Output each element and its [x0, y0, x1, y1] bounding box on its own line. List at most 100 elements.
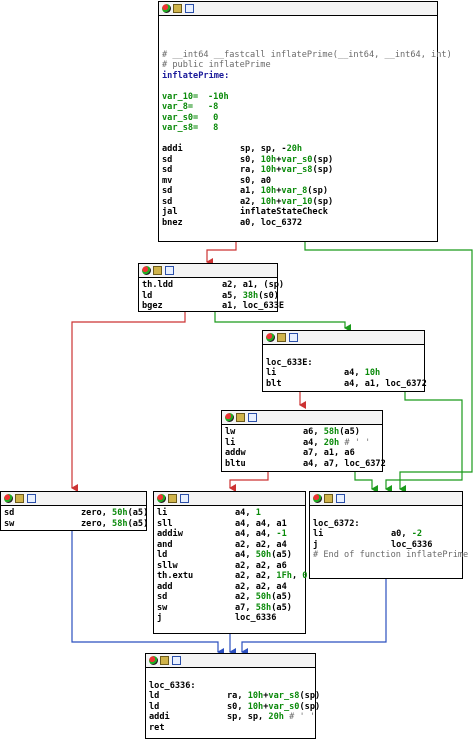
- code-line: bgez a1, loc_633E: [142, 301, 284, 312]
- rename-icon[interactable]: [160, 656, 169, 665]
- operands[interactable]: ra, 10h+var_s8(sp): [227, 691, 320, 702]
- operands[interactable]: a2, a2, a4: [235, 540, 287, 551]
- code-line: bnez a0, loc_6372: [162, 218, 437, 229]
- code-line: lw a6, 58h(a5): [225, 427, 382, 438]
- operands[interactable]: a7, a1, a6: [303, 448, 355, 459]
- graph-color-icon[interactable]: [225, 413, 234, 422]
- graph-overview-icon[interactable]: [180, 494, 189, 503]
- code-block-sd-zero[interactable]: sd zero, 50h(a5) sw zero, 58h(a5): [0, 491, 148, 531]
- stack-var-offset: 8: [208, 123, 219, 133]
- stack-var-name: var_s0=: [162, 112, 199, 123]
- code-line: var_10= -10h: [162, 92, 437, 103]
- node-header: [159, 2, 437, 16]
- code-line: sd a2, 50h(a5): [157, 592, 305, 603]
- graph-color-icon[interactable]: [149, 656, 158, 665]
- operands[interactable]: s0, 10h+var_s0(sp): [227, 702, 320, 713]
- rename-icon[interactable]: [153, 266, 162, 275]
- graph-overview-icon[interactable]: [172, 656, 181, 665]
- operands[interactable]: s0, 10h+var_s0(sp): [240, 155, 333, 166]
- graph-overview-icon[interactable]: [289, 333, 298, 342]
- operands[interactable]: sp, sp, 20h # ' ': [227, 712, 315, 723]
- graph-color-icon[interactable]: [162, 4, 171, 13]
- operands[interactable]: a5, 38h(s0): [222, 291, 279, 302]
- stack-var-offset: -10h: [208, 91, 229, 102]
- mnemonic: ld: [149, 691, 160, 701]
- code-line: li a4, 1: [157, 508, 305, 519]
- operands[interactable]: ra, 10h+var_s8(sp): [240, 165, 333, 176]
- code-line: # __int64 __fastcall inflatePrime(__int6…: [162, 50, 452, 61]
- node-header: [222, 411, 382, 425]
- operands[interactable]: a4, a4, a1: [235, 519, 287, 530]
- edge-b1-to-b2: [214, 312, 351, 332]
- code-label[interactable]: loc_633E:: [266, 358, 313, 369]
- code-line: sllw a2, a2, a6: [157, 561, 305, 572]
- operands[interactable]: loc_6336: [235, 613, 276, 624]
- operands[interactable]: a2, a2, 1Fh, 0: [235, 571, 307, 582]
- operands[interactable]: a2, a1, (sp): [222, 280, 284, 291]
- graph-overview-icon[interactable]: [165, 266, 174, 275]
- graph-overview-icon[interactable]: [336, 494, 345, 503]
- code-line: # public inflatePrime: [162, 60, 437, 71]
- code-line: sd s0, 10h+var_s0(sp): [162, 155, 437, 166]
- operands[interactable]: zero, 50h(a5): [81, 508, 148, 519]
- graph-color-icon[interactable]: [157, 494, 166, 503]
- graph-overview-icon[interactable]: [185, 4, 194, 13]
- operands[interactable]: a0, -2: [391, 529, 422, 540]
- code-block-li-sll[interactable]: li a4, 1 sll a4, a4, a1 addiw a4, a4, -1 and a2…: [153, 491, 307, 634]
- stack-var-name: var_8=: [162, 102, 199, 112]
- code-line: and a2, a2, a4: [157, 540, 305, 551]
- operands[interactable]: a1, loc_633E: [222, 301, 284, 312]
- code-line: ld a5, 38h(s0): [142, 291, 279, 302]
- operands[interactable]: a6, 58h(a5): [303, 427, 360, 438]
- code-block-thldd[interactable]: th.ldd a2, a1, (sp) ld a5, 38h(s0) bgez a1, l…: [138, 263, 284, 312]
- code-label[interactable]: loc_6336:: [149, 681, 196, 692]
- operands[interactable]: a4, 1: [235, 508, 261, 519]
- graph-overview-icon[interactable]: [248, 413, 257, 422]
- operands[interactable]: a0, loc_6372: [240, 218, 302, 229]
- mnemonic: li: [266, 368, 277, 378]
- rename-icon[interactable]: [236, 413, 245, 422]
- rename-icon[interactable]: [15, 494, 24, 503]
- operands[interactable]: a7, 58h(a5): [235, 603, 292, 614]
- code-label[interactable]: loc_6372:: [313, 519, 360, 530]
- edge-b3-to-loc6372: [354, 472, 378, 493]
- operands[interactable]: a2, 50h(a5): [235, 592, 292, 603]
- rename-icon[interactable]: [173, 4, 182, 13]
- code-line: sd ra, 10h+var_s8(sp): [162, 165, 437, 176]
- mnemonic: j: [157, 613, 163, 623]
- code-block-entry[interactable]: # __int64 __fastcall inflatePrime(__int6…: [158, 1, 452, 242]
- mnemonic: j: [313, 539, 319, 550]
- operands[interactable]: a4, 10h: [344, 368, 380, 379]
- rename-icon[interactable]: [277, 333, 286, 342]
- node-body: loc_633E: li a4, 10h blt a4, a1, loc_6372: [263, 345, 427, 390]
- operands[interactable]: a1, 10h+var_8(sp): [240, 186, 328, 197]
- graph-color-icon[interactable]: [4, 494, 13, 503]
- operands[interactable]: a2, a2, a6: [235, 561, 287, 572]
- code-label[interactable]: inflatePrime:: [162, 71, 229, 82]
- code-block-loc-633e[interactable]: loc_633E: li a4, 10h blt a4, a1, loc_6372: [262, 330, 427, 392]
- operands[interactable]: a4, 20h # ' ': [303, 438, 370, 449]
- operands[interactable]: a4, 50h(a5): [235, 550, 292, 561]
- code-block-loc-6372[interactable]: loc_6372: li a0, -2 j loc_6336 # End of funct…: [309, 491, 468, 579]
- operands[interactable]: zero, 58h(a5): [81, 519, 148, 530]
- graph-color-icon[interactable]: [142, 266, 151, 275]
- graph-overview-icon[interactable]: [27, 494, 36, 503]
- code-block-lw[interactable]: lw a6, 58h(a5) li a4, 20h # ' ' addw a7, a1, …: [221, 410, 386, 472]
- rename-icon[interactable]: [168, 494, 177, 503]
- operands[interactable]: a4, a4, -1: [235, 529, 287, 540]
- operands[interactable]: inflateStateCheck: [240, 207, 328, 218]
- rename-icon[interactable]: [324, 494, 333, 503]
- operands[interactable]: sp, sp, -20h: [240, 144, 302, 155]
- graph-color-icon[interactable]: [313, 494, 322, 503]
- operands[interactable]: a4, a7, loc_6372: [303, 459, 386, 470]
- operands[interactable]: a4, a1, loc_6372: [344, 379, 427, 390]
- graph-color-icon[interactable]: [266, 333, 275, 342]
- operands[interactable]: s0, a0: [240, 176, 271, 187]
- operands[interactable]: loc_6336: [391, 540, 432, 551]
- code-block-loc-6336[interactable]: loc_6336: ld ra, 10h+var_s8(sp) ld s0, 10h+v…: [145, 653, 320, 739]
- code-line: inflatePrime:: [162, 71, 437, 82]
- operands[interactable]: a2, 10h+var_10(sp): [240, 197, 333, 208]
- operands[interactable]: a2, a2, a4: [235, 582, 287, 593]
